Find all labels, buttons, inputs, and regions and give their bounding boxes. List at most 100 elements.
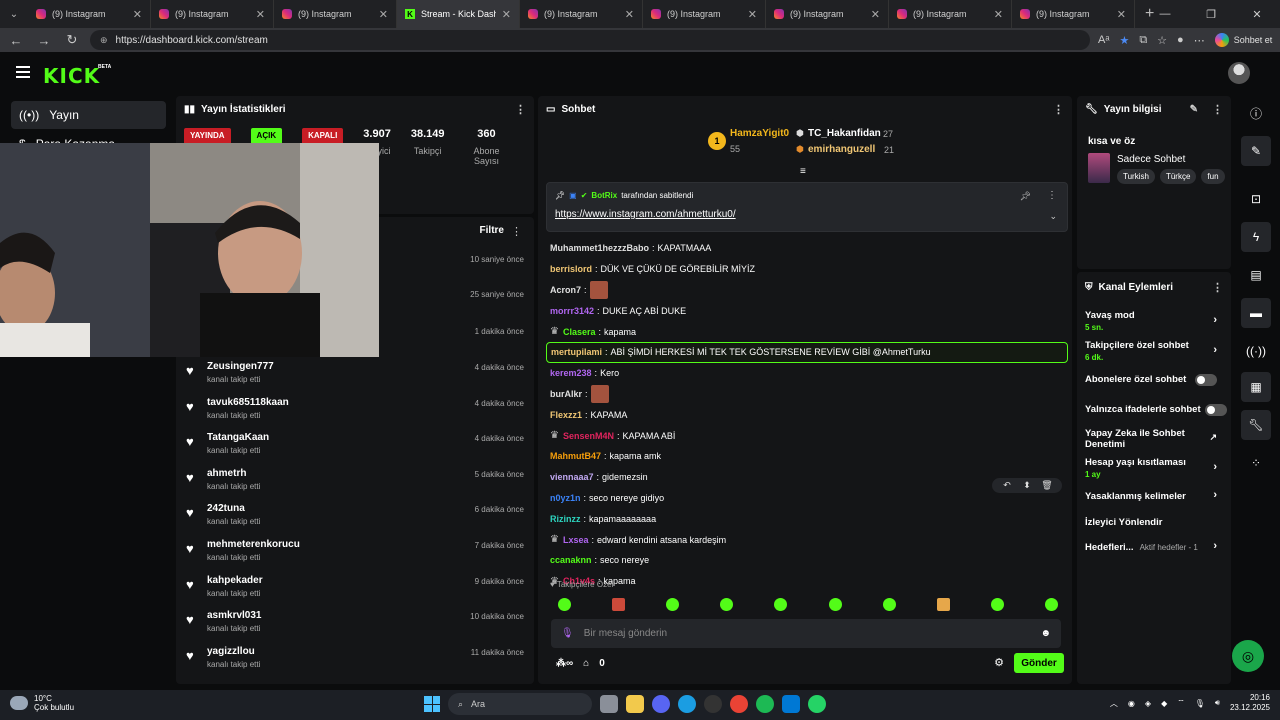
follower-name[interactable]: mehmeterenkorucu xyxy=(207,539,300,550)
gifter-3-name[interactable]: emirhanguzell xyxy=(808,144,875,155)
store-icon[interactable]: ⌂ xyxy=(583,658,589,669)
subs-chat-toggle[interactable] xyxy=(1195,374,1217,386)
broadcast-signal-icon[interactable]: ((·)) xyxy=(1241,336,1271,366)
close-tab-icon[interactable]: ✕ xyxy=(256,8,265,21)
back-icon[interactable]: ← xyxy=(6,33,26,48)
emoji-icon[interactable]: ☻ xyxy=(1040,628,1051,639)
pinned-link[interactable]: https://www.instagram.com/ahmetturku0/ xyxy=(555,209,736,220)
emote-icon[interactable] xyxy=(936,598,950,611)
follower-name[interactable]: tavuk685118kaan xyxy=(207,397,289,408)
browser-tab[interactable]: (9) Instagram ✕ xyxy=(766,0,889,28)
close-tab-icon[interactable]: ✕ xyxy=(871,8,880,21)
pinned-by[interactable]: BotRix xyxy=(591,191,617,200)
close-tab-icon[interactable]: ✕ xyxy=(625,8,634,21)
browser-tab[interactable]: (9) Instagram ✕ xyxy=(1012,0,1135,28)
url-field[interactable]: ⊕ https://dashboard.kick.com/stream xyxy=(90,30,1090,50)
site-info-icon[interactable]: ⊕ xyxy=(100,35,108,46)
chat-username[interactable]: mertupilami xyxy=(551,347,602,357)
wifi-icon[interactable]: ⌔ xyxy=(1177,698,1185,708)
wrench-tool-icon[interactable]: 🔧︎ xyxy=(1241,410,1271,440)
close-tab-icon[interactable]: ✕ xyxy=(133,8,142,21)
favorite-star-icon[interactable]: ★ xyxy=(1119,34,1129,47)
send-button[interactable]: Gönder xyxy=(1014,653,1064,673)
profile-icon[interactable]: ● xyxy=(1177,34,1184,46)
file-explorer-icon[interactable] xyxy=(626,695,644,713)
more-icon[interactable]: ⋯ xyxy=(1194,34,1205,47)
share-icon[interactable]: ⁘ xyxy=(1241,448,1271,478)
discord-icon[interactable] xyxy=(652,695,670,713)
chat-more-icon[interactable]: ⋮ xyxy=(1053,103,1064,116)
stream-tag[interactable]: fun xyxy=(1201,169,1225,184)
store-app-icon[interactable] xyxy=(782,695,800,713)
minimize-icon[interactable]: — xyxy=(1142,0,1188,28)
chevron-down-icon[interactable]: ⌄ xyxy=(1049,211,1057,222)
whatsapp-icon[interactable] xyxy=(808,695,826,713)
extensions-icon[interactable]: ⧉ xyxy=(1139,34,1147,47)
more-options-icon[interactable]: ⋮ xyxy=(515,103,526,116)
chat-settings-icon[interactable]: ⚙ xyxy=(994,656,1004,669)
user-avatar[interactable] xyxy=(1228,62,1250,84)
chat-username[interactable]: n0yz1n xyxy=(550,493,581,503)
follower-name[interactable]: asmkrvl031 xyxy=(207,610,262,621)
account-age-row[interactable]: Hesap yaşı kısıtlaması 1 ay › xyxy=(1085,457,1223,479)
chat-bubble-icon[interactable]: ▬ xyxy=(1241,298,1271,328)
close-window-icon[interactable]: ✕ xyxy=(1234,0,1280,28)
edit-icon[interactable]: ✎ xyxy=(1190,104,1198,115)
followers-chat-row[interactable]: Takipçilere özel sohbet 6 dk. › xyxy=(1085,340,1223,362)
browser-tab[interactable]: (9) Instagram ✕ xyxy=(274,0,397,28)
taskbar-search[interactable]: ⌕ Ara xyxy=(448,693,592,715)
read-aloud-icon[interactable]: Aᵃ xyxy=(1098,34,1109,46)
close-tab-icon[interactable]: ✕ xyxy=(379,8,388,21)
emote-only-toggle[interactable] xyxy=(1205,404,1227,416)
goals-row[interactable]: Hedefleri... Aktif hedefler - 1 › xyxy=(1085,540,1223,553)
chat-username[interactable]: SensenM4N xyxy=(563,431,614,441)
info-icon[interactable]: ⓘ xyxy=(1241,98,1271,128)
document-icon[interactable]: ▤ xyxy=(1241,260,1271,290)
forward-icon[interactable]: → xyxy=(34,33,54,48)
follower-name[interactable]: TatangaKaan xyxy=(207,432,269,443)
close-tab-icon[interactable]: ✕ xyxy=(502,8,511,21)
chat-username[interactable]: Muhammet1hezzzBabo xyxy=(550,243,649,253)
category-name[interactable]: Sadece Sohbet xyxy=(1117,154,1185,165)
emote-icon[interactable] xyxy=(1044,598,1058,611)
unpin-icon[interactable]: 📌︎ xyxy=(1020,191,1031,202)
emote-icon[interactable] xyxy=(828,598,842,611)
restore-icon[interactable]: ❐ xyxy=(1188,0,1234,28)
follower-name[interactable]: 242tuna xyxy=(207,503,260,514)
edge-icon[interactable] xyxy=(678,695,696,713)
microphone-icon[interactable]: 🎙︎ xyxy=(561,628,574,639)
copilot-chat-button[interactable]: Sohbet et xyxy=(1214,33,1272,47)
pinned-more-icon[interactable]: ⋮ xyxy=(1047,190,1057,201)
task-view-icon[interactable] xyxy=(600,695,618,713)
lightning-icon[interactable]: ϟ xyxy=(1241,222,1271,252)
close-tab-icon[interactable]: ✕ xyxy=(748,8,757,21)
browser-tab[interactable]: K Stream - Kick Dashboard ✕ xyxy=(397,0,520,28)
filter-button[interactable]: Filtre xyxy=(480,225,504,236)
browser-tab[interactable]: (9) Instagram ✕ xyxy=(520,0,643,28)
gifter-1-name[interactable]: HamzaYigit0 xyxy=(730,128,789,139)
emote-icon[interactable] xyxy=(774,598,788,611)
chat-username[interactable]: Rizinzz xyxy=(550,514,581,524)
tray-chevron-icon[interactable]: ︿ xyxy=(1110,698,1118,709)
tray-app-icon[interactable]: ◆ xyxy=(1161,699,1167,708)
chat-username[interactable]: MahmutB47 xyxy=(550,451,601,461)
collections-icon[interactable]: ☆ xyxy=(1157,34,1167,47)
github-icon[interactable] xyxy=(704,695,722,713)
kick-logo[interactable]: KICK xyxy=(43,64,100,88)
chat-input[interactable]: 🎙︎ Bir mesaj gönderin ☻ xyxy=(551,619,1061,648)
browser-tab[interactable]: (9) Instagram ✕ xyxy=(151,0,274,28)
banned-words-row[interactable]: Yasaklanmış kelimeler › xyxy=(1085,489,1223,502)
tab-search-icon[interactable]: ⌄ xyxy=(0,0,28,28)
nav-item-yayin[interactable]: ((•)) Yayın xyxy=(11,101,166,129)
collapse-gifters-icon[interactable]: ≡ xyxy=(800,166,806,177)
reload-icon[interactable]: ↻ xyxy=(62,32,82,48)
gifter-2-name[interactable]: TC_Hakanfidan xyxy=(808,128,881,139)
browser-tab[interactable]: (9) Instagram ✕ xyxy=(889,0,1012,28)
edit-stream-icon[interactable]: ✎ xyxy=(1241,136,1271,166)
stream-tag[interactable]: Turkish xyxy=(1117,169,1155,184)
chat-username[interactable]: viennaaa7 xyxy=(550,472,594,482)
screenshot-icon[interactable]: ⊡ xyxy=(1241,184,1271,214)
close-tab-icon[interactable]: ✕ xyxy=(1117,8,1126,21)
emote-icon[interactable] xyxy=(558,598,571,611)
tray-app-icon[interactable]: ◉ xyxy=(1128,699,1135,708)
